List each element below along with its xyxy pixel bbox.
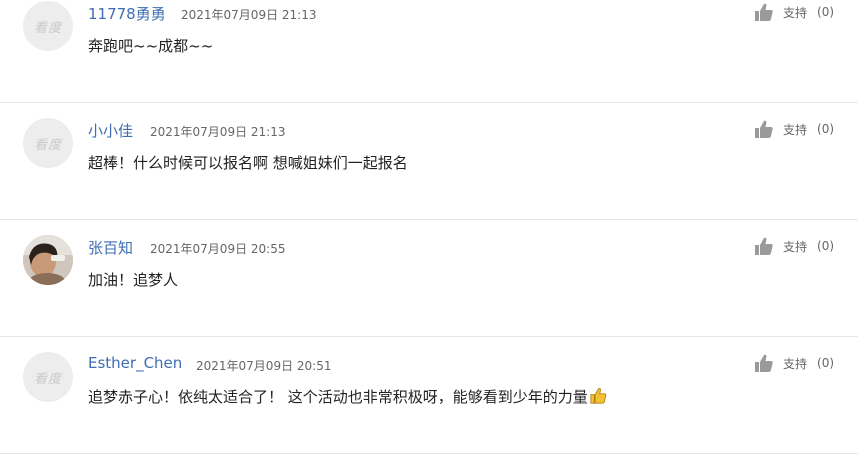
avatar[interactable]: [23, 235, 73, 285]
support-button[interactable]: 支持 (0): [754, 118, 834, 140]
comment-content: 超棒！什么时候可以报名啊 想喊姐妹们一起报名: [88, 154, 408, 172]
support-label: 支持: [783, 122, 808, 137]
support-label: 支持: [783, 239, 808, 254]
comment-item: 张百知 2021年07月09日 20:55 加油！追梦人 支持 (0): [0, 220, 858, 337]
thumbs-up-icon: [755, 3, 773, 22]
avatar-placeholder-text: 看度: [33, 371, 62, 387]
comment-item: 看度 Esther_Chen 2021年07月09日 20:51 追梦赤子心！依…: [0, 337, 858, 454]
thumbs-up-icon: [755, 120, 773, 138]
avatar[interactable]: 看度: [23, 352, 73, 402]
comment-username[interactable]: Esther_Chen: [88, 354, 182, 372]
comment-list: 看度 11778勇勇 2021年07月09日 21:13 奔跑吧~~成都~~ 支…: [0, 0, 858, 463]
support-button[interactable]: 支持 (0): [754, 352, 834, 374]
support-count: (0): [817, 356, 835, 370]
comment-username[interactable]: 11778勇勇: [88, 3, 166, 24]
avatar[interactable]: 看度: [23, 118, 73, 168]
support-count: (0): [817, 122, 835, 136]
comment-item: 看度 小小佳 2021年07月09日 21:13 超棒！什么时候可以报名啊 想喊…: [0, 103, 858, 220]
support-count: (0): [817, 5, 835, 19]
comment-content: 加油！追梦人: [88, 271, 179, 289]
comment-time: 2021年07月09日 21:13: [181, 8, 317, 22]
support-label: 支持: [783, 5, 808, 20]
comment-content-text: 追梦赤子心！依纯太适合了！ 这个活动也非常积极呀，能够看到少年的力量: [88, 388, 588, 406]
avatar-placeholder-text: 看度: [33, 137, 62, 153]
thumbs-up-icon: [755, 354, 773, 372]
support-count: (0): [817, 239, 835, 253]
comment-username[interactable]: 小小佳: [88, 120, 133, 141]
comment-username[interactable]: 张百知: [88, 237, 133, 258]
comment-content: 追梦赤子心！依纯太适合了！ 这个活动也非常积极呀，能够看到少年的力量: [88, 386, 607, 407]
thumbs-up-icon: [755, 237, 773, 255]
comment-time: 2021年07月09日 20:55: [150, 242, 286, 256]
comment-item: 看度 11778勇勇 2021年07月09日 21:13 奔跑吧~~成都~~ 支…: [0, 0, 858, 103]
avatar-placeholder-text: 看度: [33, 20, 62, 36]
comment-content: 奔跑吧~~成都~~: [88, 37, 214, 55]
comment-time: 2021年07月09日 20:51: [196, 359, 332, 373]
support-button[interactable]: 支持 (0): [754, 235, 834, 257]
comment-time: 2021年07月09日 21:13: [150, 125, 286, 139]
avatar[interactable]: 看度: [23, 1, 73, 51]
thumbs-up-emoji-icon: [590, 387, 607, 404]
avatar-photo: [23, 235, 73, 285]
support-label: 支持: [783, 356, 808, 371]
support-button[interactable]: 支持 (0): [754, 1, 834, 23]
